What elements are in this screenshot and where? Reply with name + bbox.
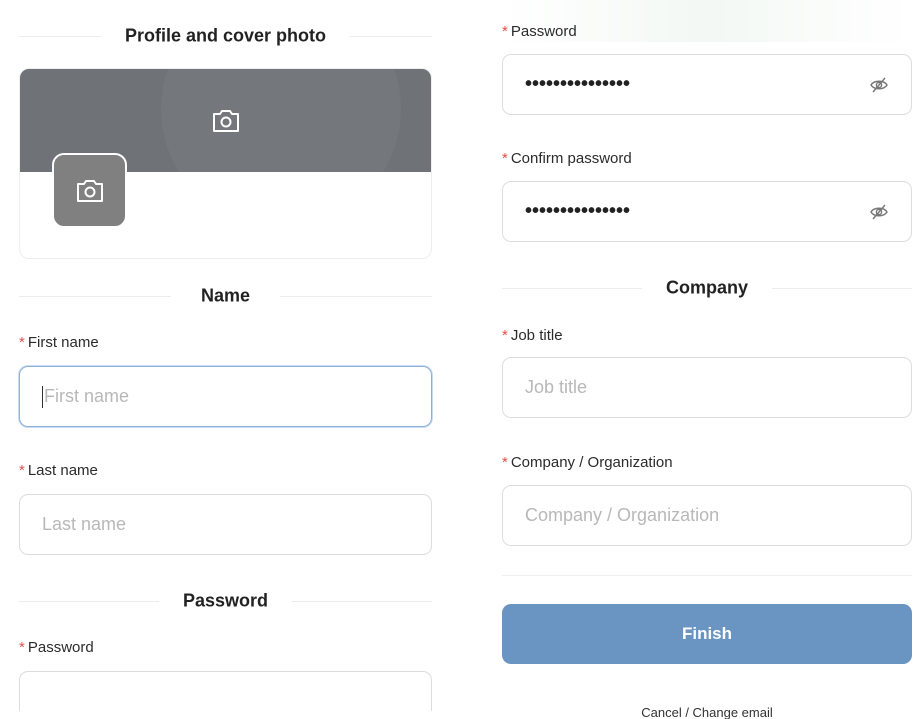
camera-icon[interactable] bbox=[75, 178, 105, 204]
confirm-password-label: * Confirm password bbox=[502, 150, 632, 167]
company-section-title: Company bbox=[647, 277, 767, 298]
job-title-placeholder: Job title bbox=[525, 377, 588, 397]
profile-section-divider: Profile and cover photo bbox=[19, 25, 432, 46]
password-input[interactable]: ••••••••••••••• bbox=[502, 54, 912, 115]
profile-section-title: Profile and cover photo bbox=[106, 25, 345, 46]
right-column: * Password ••••••••••••••• * Confirm passw… bbox=[502, 0, 912, 719]
required-mark: * bbox=[19, 639, 25, 656]
required-mark: * bbox=[502, 327, 508, 344]
required-mark: * bbox=[502, 454, 508, 471]
password-section-title: Password bbox=[164, 590, 287, 611]
required-mark: * bbox=[19, 462, 25, 479]
last-name-placeholder: Last name bbox=[42, 514, 127, 534]
required-mark: * bbox=[502, 150, 508, 167]
eye-off-icon[interactable] bbox=[869, 75, 889, 95]
company-placeholder: Company / Organization bbox=[525, 505, 720, 525]
avatar[interactable] bbox=[52, 153, 127, 228]
first-name-label: * First name bbox=[19, 334, 99, 351]
profile-cover-card bbox=[19, 68, 432, 259]
confirm-password-value: ••••••••••••••• bbox=[525, 200, 631, 222]
cancel-change-email-link[interactable]: Cancel / Change email bbox=[502, 705, 912, 719]
first-name-placeholder: First name bbox=[44, 386, 130, 406]
job-title-label: * Job title bbox=[502, 327, 563, 344]
company-input[interactable]: Company / Organization bbox=[502, 485, 912, 546]
left-column: Profile and cover photo Name * First name… bbox=[19, 0, 432, 719]
finish-button[interactable]: Finish bbox=[502, 604, 912, 664]
first-name-input[interactable]: First name bbox=[19, 366, 432, 427]
job-title-input[interactable]: Job title bbox=[502, 357, 912, 418]
password-label: * Password bbox=[502, 23, 577, 40]
last-name-label: * Last name bbox=[19, 462, 98, 479]
camera-icon[interactable] bbox=[211, 108, 241, 134]
confirm-password-input[interactable]: ••••••••••••••• bbox=[502, 181, 912, 242]
footer-divider bbox=[502, 575, 912, 576]
password-label: * Password bbox=[19, 639, 94, 656]
company-section-divider: Company bbox=[502, 277, 912, 298]
company-label: * Company / Organization bbox=[502, 454, 673, 471]
required-mark: * bbox=[502, 23, 508, 40]
password-section-divider: Password bbox=[19, 590, 432, 611]
password-input[interactable] bbox=[19, 671, 432, 711]
eye-off-icon[interactable] bbox=[869, 202, 889, 222]
last-name-input[interactable]: Last name bbox=[19, 494, 432, 555]
name-section-title: Name bbox=[182, 285, 269, 306]
name-section-divider: Name bbox=[19, 285, 432, 306]
text-caret bbox=[42, 385, 43, 408]
password-value: ••••••••••••••• bbox=[525, 73, 631, 95]
required-mark: * bbox=[19, 334, 25, 351]
